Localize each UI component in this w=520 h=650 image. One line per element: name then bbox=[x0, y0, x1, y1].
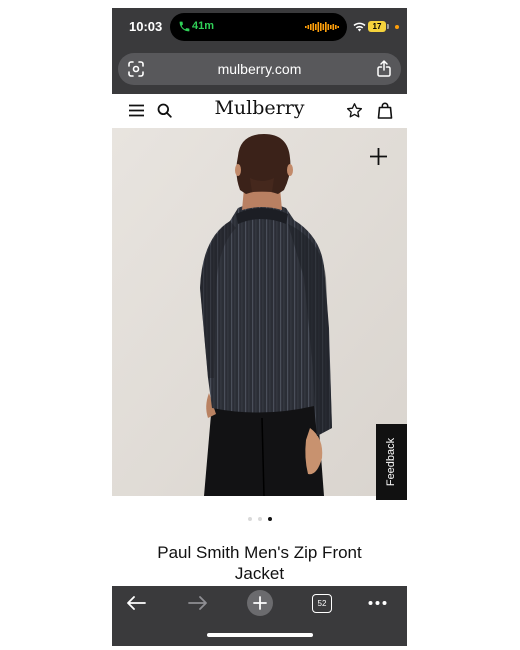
product-title: Paul Smith Men's Zip Front Jacket bbox=[157, 543, 362, 583]
wifi-icon bbox=[353, 22, 366, 32]
new-tab-plus-icon bbox=[253, 596, 267, 610]
status-time: 10:03 bbox=[129, 19, 163, 34]
carousel-dot[interactable] bbox=[257, 517, 262, 521]
share-icon[interactable] bbox=[377, 60, 391, 77]
browser-address-area: mulberry.com bbox=[112, 46, 407, 94]
product-image[interactable] bbox=[112, 128, 407, 496]
shopping-bag-icon[interactable] bbox=[377, 102, 393, 119]
tab-switcher-button[interactable]: 52 bbox=[312, 594, 332, 613]
address-bar[interactable]: mulberry.com bbox=[118, 53, 401, 85]
new-tab-button[interactable] bbox=[247, 590, 273, 616]
status-bar: 10:03 41m 17 bbox=[112, 8, 407, 46]
dynamic-island-call[interactable]: 41m bbox=[170, 13, 347, 41]
forward-arrow-icon[interactable] bbox=[188, 595, 208, 611]
phone-screen: 10:03 41m 17 mulberry.com Mulberry Feedb… bbox=[112, 8, 407, 646]
battery-icon: 17 bbox=[368, 21, 386, 32]
home-indicator[interactable] bbox=[207, 633, 313, 637]
recording-indicator bbox=[395, 25, 399, 29]
carousel-dot-active[interactable] bbox=[267, 517, 272, 521]
feedback-tab[interactable]: Feedback bbox=[376, 424, 407, 500]
browser-toolbar: 52 bbox=[112, 586, 407, 646]
wishlist-star-icon[interactable] bbox=[346, 102, 363, 119]
back-arrow-icon[interactable] bbox=[126, 595, 146, 611]
more-dots-icon[interactable] bbox=[368, 595, 387, 611]
phone-icon bbox=[179, 21, 190, 32]
audio-waveform-icon bbox=[305, 22, 339, 32]
battery-tip bbox=[387, 24, 389, 29]
url-text: mulberry.com bbox=[217, 61, 302, 77]
call-duration: 41m bbox=[192, 20, 215, 32]
feedback-label: Feedback bbox=[385, 437, 397, 487]
carousel-dot[interactable] bbox=[247, 517, 252, 521]
zoom-plus-icon[interactable] bbox=[369, 147, 388, 166]
product-photo-model bbox=[112, 128, 407, 496]
site-header: Mulberry bbox=[112, 94, 407, 129]
carousel-dots bbox=[112, 517, 407, 521]
